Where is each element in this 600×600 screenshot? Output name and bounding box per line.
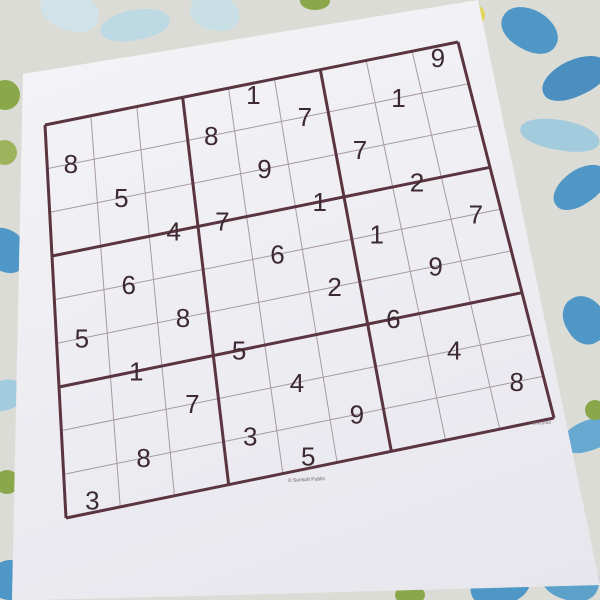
sudoku-given-digit: 9 (431, 43, 445, 73)
sudoku-given-digit: 6 (270, 240, 284, 270)
sudoku-given-digit: 6 (121, 270, 135, 300)
copyright-credit: © Sunsoft Publis (288, 475, 326, 484)
sudoku-given-digit: 9 (350, 400, 364, 430)
sudoku-given-digit: 4 (290, 368, 304, 398)
sudoku-given-digit: 9 (257, 154, 271, 184)
sudoku-given-digit: 7 (353, 135, 367, 165)
sudoku-given-digit: 9 (428, 252, 442, 282)
sudoku-given-digit: 5 (232, 336, 246, 366)
sudoku-given-digit: 5 (114, 183, 128, 213)
grid-thin-line (273, 78, 338, 463)
sudoku-given-digit: 7 (469, 199, 483, 229)
grid-thin-line (90, 115, 121, 507)
sudoku-given-digit: 3 (85, 486, 99, 516)
sudoku-given-digit: 2 (410, 167, 424, 197)
grid-box-line (318, 69, 393, 452)
sudoku-given-digit: 4 (447, 336, 461, 366)
sudoku-given-digit: 5 (75, 323, 89, 353)
sudoku-given-digit: 1 (391, 83, 405, 113)
sudoku-given-digit: 7 (298, 102, 312, 132)
sudoku-given-digit: 8 (176, 303, 190, 333)
sudoku-given-digit: 1 (129, 357, 143, 387)
grid-thin-line (411, 51, 501, 430)
grid-box-line (181, 97, 231, 485)
sudoku-given-digit: 8 (204, 121, 218, 151)
sudoku-given-digit: 8 (509, 367, 523, 397)
sudoku-given-digit: 6 (386, 304, 400, 334)
grid-box-line (43, 124, 68, 519)
grid-thin-line (228, 88, 284, 474)
sudoku-given-digit: 1 (246, 80, 260, 110)
sudoku-grid: 1988715974 71266175829156744839853 © Suns… (43, 40, 556, 520)
sudoku-given-digit: 7 (215, 207, 229, 237)
sudoku-given-digit: 5 (301, 442, 315, 472)
grid-box-line (456, 41, 556, 419)
grid-digits: 1988715974 71266175829156744839853 (64, 43, 524, 516)
sudoku-given-digit: 7 (185, 389, 199, 419)
sudoku-given-digit: 1 (312, 187, 326, 217)
grid-thin-line (136, 106, 175, 496)
sudoku-given-digit: 2 (327, 272, 341, 302)
sudoku-given-digit: 8 (136, 443, 150, 473)
sudoku-given-digit: 3 (243, 421, 257, 451)
sudoku-given-digit: 1 (369, 220, 383, 250)
corner-mark: onkopad (532, 420, 552, 427)
sudoku-given-digit: 8 (64, 149, 78, 179)
sudoku-given-digit: 4 (166, 217, 180, 247)
